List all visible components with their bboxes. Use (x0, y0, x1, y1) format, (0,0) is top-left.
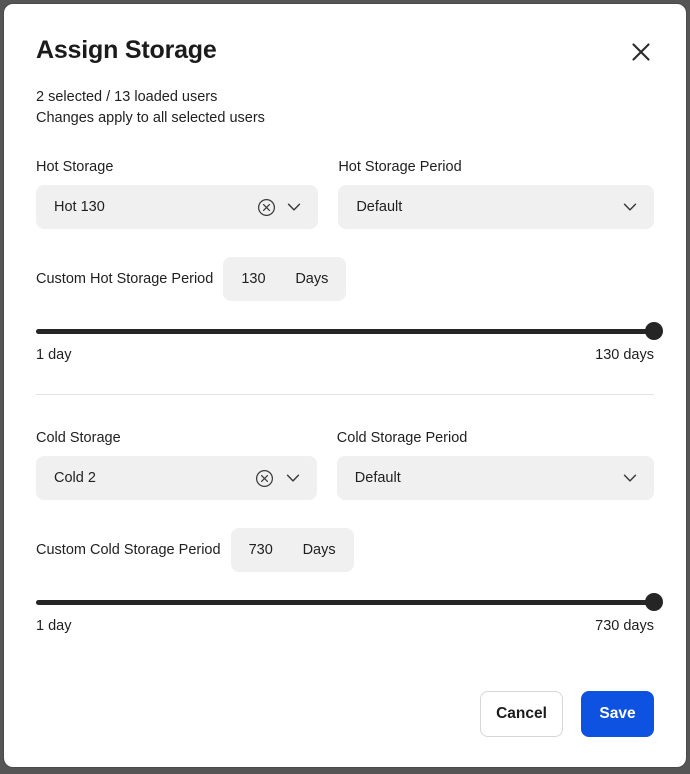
cold-storage-period-label: Cold Storage Period (337, 430, 654, 446)
custom-cold-period-input[interactable]: 730 Days (231, 528, 354, 572)
cold-slider-thumb[interactable] (645, 593, 663, 611)
custom-cold-period-unit: Days (303, 542, 336, 558)
hot-storage-select[interactable]: Hot 130 (36, 185, 318, 229)
hot-slider-min-label: 1 day (36, 347, 71, 363)
clear-circle-icon (255, 469, 274, 488)
cold-storage-period-select[interactable]: Default (337, 456, 654, 500)
hot-storage-period-select[interactable]: Default (338, 185, 654, 229)
chevron-down-icon (283, 468, 303, 488)
hot-storage-period-label: Hot Storage Period (338, 159, 654, 175)
cold-storage-label: Cold Storage (36, 430, 317, 446)
hot-slider-thumb[interactable] (645, 322, 663, 340)
cancel-button[interactable]: Cancel (480, 691, 563, 737)
hot-slider-fill (36, 329, 654, 334)
cold-slider-min-label: 1 day (36, 618, 71, 634)
chevron-down-icon (620, 197, 640, 217)
hot-period-slider[interactable] (36, 323, 654, 339)
cold-storage-value: Cold 2 (54, 470, 253, 486)
chevron-down-icon (284, 197, 304, 217)
cold-period-dropdown-button[interactable] (618, 466, 642, 490)
custom-cold-period-value: 730 (249, 542, 275, 558)
dialog-header: Assign Storage (36, 4, 654, 69)
dialog-footer: Cancel Save (480, 691, 654, 737)
hot-storage-value: Hot 130 (54, 199, 254, 215)
section-divider (36, 394, 654, 395)
hot-storage-dropdown-button[interactable] (282, 195, 306, 219)
hot-period-dropdown-button[interactable] (618, 195, 642, 219)
cold-storage-select[interactable]: Cold 2 (36, 456, 317, 500)
custom-hot-period-input[interactable]: 130 Days (223, 257, 346, 301)
custom-cold-period-label: Custom Cold Storage Period (36, 542, 221, 558)
hot-storage-period-value: Default (356, 199, 618, 215)
selection-count-text: 2 selected / 13 loaded users (36, 87, 654, 108)
cold-period-slider[interactable] (36, 594, 654, 610)
page-title: Assign Storage (36, 37, 217, 65)
cold-period-slider-wrap: 1 day 730 days (36, 594, 654, 634)
custom-hot-period-row: Custom Hot Storage Period 130 Days (36, 257, 654, 301)
close-icon (630, 41, 652, 63)
changes-apply-text: Changes apply to all selected users (36, 108, 654, 129)
assign-storage-dialog: Assign Storage 2 selected / 13 loaded us… (3, 3, 687, 768)
dialog-subtitle: 2 selected / 13 loaded users Changes app… (36, 87, 654, 129)
clear-circle-icon (257, 198, 276, 217)
hot-storage-row: Hot Storage Hot 130 (36, 159, 654, 229)
custom-hot-period-unit: Days (295, 271, 328, 287)
save-button[interactable]: Save (581, 691, 654, 737)
hot-storage-label: Hot Storage (36, 159, 318, 175)
cold-storage-period-value: Default (355, 470, 618, 486)
cold-storage-dropdown-button[interactable] (281, 466, 305, 490)
custom-hot-period-label: Custom Hot Storage Period (36, 271, 213, 287)
close-button[interactable] (624, 35, 658, 69)
chevron-down-icon (620, 468, 640, 488)
hot-period-slider-wrap: 1 day 130 days (36, 323, 654, 363)
cold-storage-clear-button[interactable] (253, 466, 277, 490)
hot-storage-clear-button[interactable] (254, 195, 278, 219)
cold-storage-row: Cold Storage Cold 2 (36, 430, 654, 500)
cold-slider-fill (36, 600, 654, 605)
custom-hot-period-value: 130 (241, 271, 267, 287)
hot-slider-max-label: 130 days (595, 347, 654, 363)
cold-slider-max-label: 730 days (595, 618, 654, 634)
custom-cold-period-row: Custom Cold Storage Period 730 Days (36, 528, 654, 572)
